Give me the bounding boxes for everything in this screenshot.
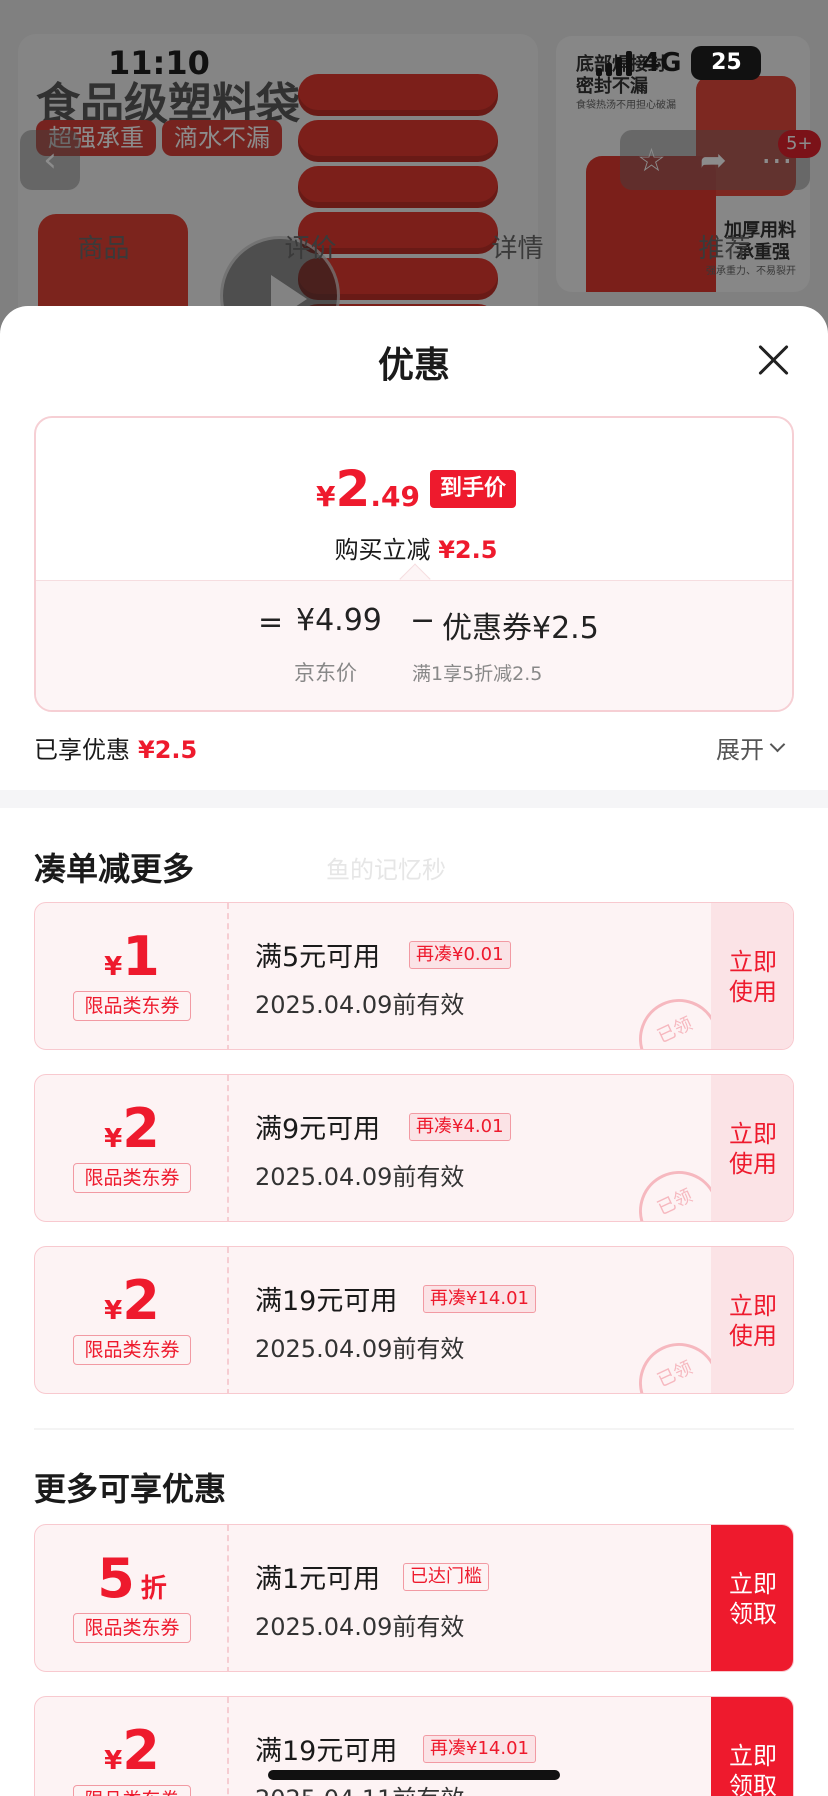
coupon-card: ¥2 限品类东券 满19元可用 再凑¥14.01 2025.04.09前有效 已… [34, 1246, 794, 1394]
watermark: 鱼的记忆秒 [326, 856, 446, 884]
claim-now-button[interactable]: 立即领取 [711, 1697, 793, 1796]
coupon-type: 限品类东券 [73, 1163, 191, 1193]
network-type: 4G [642, 48, 682, 78]
threshold-met-chip: 已达门槛 [403, 1563, 489, 1591]
jd-price: ¥4.99 [296, 603, 382, 638]
enjoyed-label: 已享优惠 [34, 736, 130, 764]
coupon-value: 5折 限品类东券 [35, 1525, 229, 1671]
coupon-value: ¥2 限品类东券 [35, 1697, 229, 1796]
coupon-condition: 满1元可用 [255, 1564, 381, 1595]
final-price: ¥ 2 .49 到手价 [36, 460, 792, 518]
price-calculation: = ¥4.99 − 优惠券¥2.5 京东价 满1享5折减2.5 [36, 580, 792, 710]
coupon-expiry: 2025.04.11前有效 [255, 1779, 464, 1796]
status-icons: 4G 25 [596, 46, 762, 80]
coupon-card: 5折 限品类东券 满1元可用 已达门槛 2025.04.09前有效 立即领取 [34, 1524, 794, 1672]
calc-equals: = [258, 605, 284, 640]
coupon-amount: ¥2 [104, 1097, 160, 1160]
final-price-yen: ¥ [316, 480, 336, 513]
use-now-button[interactable]: 立即使用 [711, 1247, 793, 1393]
coupon-expiry: 2025.04.09前有效 [255, 1335, 465, 1363]
coupon-type: 限品类东券 [73, 1613, 191, 1643]
claim-now-button[interactable]: 立即领取 [711, 1525, 793, 1671]
coupon-amount: ¥1 [104, 925, 160, 988]
coupon-amount: ¥2 [104, 1719, 160, 1782]
final-price-integer: 2 [335, 460, 371, 518]
section-title-more-offers: 更多可享优惠 [34, 1470, 227, 1508]
coupon-card: ¥2 限品类东券 满19元可用 再凑¥14.01 2025.04.11前有效 立… [34, 1696, 794, 1796]
coupon-gap-chip: 再凑¥4.01 [409, 1113, 511, 1141]
coupon-deduction-label: 满1享5折减2.5 [412, 663, 543, 685]
coupon-gap-chip: 再凑¥14.01 [423, 1735, 536, 1763]
section-title-more-reduction: 凑单减更多 [34, 850, 195, 888]
product-page-background: 食品级塑料袋 超强承重 滴水不漏 底部焊接封 密封不漏 食袋热汤不用担心破漏 加… [0, 0, 828, 340]
close-icon[interactable] [756, 342, 792, 378]
coupon-condition: 满19元可用 [255, 1736, 398, 1767]
coupon-value: ¥2 限品类东券 [35, 1247, 229, 1393]
final-price-tag: 到手价 [429, 470, 516, 508]
battery-icon: 25 [691, 46, 762, 80]
coupon-amount: ¥2 [104, 1269, 160, 1332]
coupon-type: 限品类东券 [73, 991, 191, 1021]
reduction-amount: ¥2.5 [438, 536, 498, 564]
use-now-button[interactable]: 立即使用 [711, 903, 793, 1049]
instant-reduction: 购买立减 ¥2.5 [36, 530, 792, 565]
coupon-type: 限品类东券 [73, 1335, 191, 1365]
coupon-expiry: 2025.04.09前有效 [255, 991, 465, 1019]
coupon-gap-chip: 再凑¥14.01 [423, 1285, 536, 1313]
coupon-card: ¥1 限品类东券 满5元可用 再凑¥0.01 2025.04.09前有效 已领 … [34, 902, 794, 1050]
section-separator [0, 790, 828, 808]
chevron-down-icon [769, 736, 786, 753]
discount-sheet: 优惠 ¥ 2 .49 到手价 购买立减 ¥2.5 = ¥4.99 − 优惠券¥2… [0, 306, 828, 1796]
coupon-condition: 满5元可用 [255, 942, 381, 973]
signal-icon [596, 50, 632, 76]
price-breakdown-card: ¥ 2 .49 到手价 购买立减 ¥2.5 = ¥4.99 − 优惠券¥2.5 … [34, 416, 794, 712]
expand-button[interactable]: 展开 [716, 730, 786, 765]
expand-label: 展开 [716, 736, 764, 764]
coupon-condition: 满9元可用 [255, 1114, 381, 1145]
status-time: 11:10 [108, 44, 210, 82]
coupon-gap-chip: 再凑¥0.01 [409, 941, 511, 969]
coupon-condition: 满19元可用 [255, 1286, 398, 1317]
coupon-deduction: 优惠券¥2.5 [442, 611, 599, 646]
coupon-amount: 5折 [97, 1547, 167, 1610]
coupon-type: 限品类东券 [73, 1785, 191, 1796]
calc-minus: − [410, 603, 436, 638]
use-now-button[interactable]: 立即使用 [711, 1075, 793, 1221]
coupon-value: ¥2 限品类东券 [35, 1075, 229, 1221]
coupon-expiry: 2025.04.09前有效 [255, 1163, 465, 1191]
enjoyed-discount: 已享优惠 ¥2.5 [34, 730, 197, 765]
coupon-value: ¥1 限品类东券 [35, 903, 229, 1049]
reduction-label: 购买立减 [334, 536, 431, 564]
coupon-card: ¥2 限品类东券 满9元可用 再凑¥4.01 2025.04.09前有效 已领 … [34, 1074, 794, 1222]
jd-price-label: 京东价 [294, 661, 357, 685]
home-indicator[interactable] [268, 1770, 560, 1780]
sheet-title: 优惠 [377, 345, 450, 386]
divider [34, 1428, 794, 1430]
final-price-decimal: .49 [370, 480, 420, 513]
enjoyed-amount: ¥2.5 [138, 736, 198, 764]
coupon-expiry: 2025.04.09前有效 [255, 1613, 465, 1641]
